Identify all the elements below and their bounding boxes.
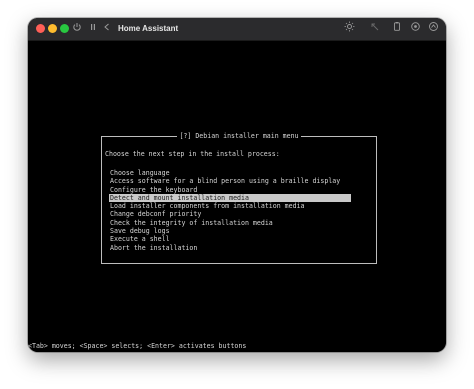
power-icon[interactable]	[70, 21, 84, 37]
menu-item-choose-language[interactable]: Choose language	[109, 169, 351, 177]
clipboard-icon[interactable]	[390, 21, 404, 37]
menu-item-debconf-priority[interactable]: Change debconf priority	[109, 210, 351, 218]
console-screen[interactable]: [?] Debian installer main menu Choose th…	[28, 41, 446, 352]
menu-item-configure-keyboard[interactable]: Configure the keyboard	[109, 186, 351, 194]
dialog-prompt: Choose the next step in the install proc…	[105, 150, 280, 158]
capture-icon[interactable]	[408, 21, 422, 37]
title-bar: Home Assistant	[28, 18, 446, 41]
window-title: Home Assistant	[118, 24, 179, 33]
menu-item-check-integrity[interactable]: Check the integrity of installation medi…	[109, 219, 351, 227]
share-icon[interactable]	[426, 21, 440, 37]
installer-dialog: [?] Debian installer main menu Choose th…	[101, 132, 377, 264]
menu-item-execute-shell[interactable]: Execute a shell	[109, 235, 351, 243]
dialog-title: [?] Debian installer main menu	[177, 132, 301, 140]
menu-item-abort-installation[interactable]: Abort the installation	[109, 244, 351, 252]
menu-item-load-components[interactable]: Load installer components from installat…	[109, 202, 351, 210]
close-button[interactable]	[36, 24, 45, 33]
minimize-button[interactable]	[48, 24, 57, 33]
pause-icon[interactable]	[86, 21, 100, 37]
zoom-button[interactable]	[60, 24, 69, 33]
key-hint-line: <Tab> moves; <Space> selects; <Enter> ac…	[28, 342, 247, 350]
back-icon[interactable]	[101, 21, 113, 37]
vm-window: Home Assistant [?] Debian installer main…	[28, 18, 446, 352]
brightness-icon[interactable]	[342, 21, 356, 37]
installer-menu: Choose language Access software for a bl…	[109, 169, 351, 252]
expand-icon[interactable]	[368, 21, 382, 37]
menu-item-braille-software[interactable]: Access software for a blind person using…	[109, 177, 351, 185]
menu-item-save-debug-logs[interactable]: Save debug logs	[109, 227, 351, 235]
menu-item-detect-media[interactable]: Detect and mount installation media	[109, 193, 351, 203]
